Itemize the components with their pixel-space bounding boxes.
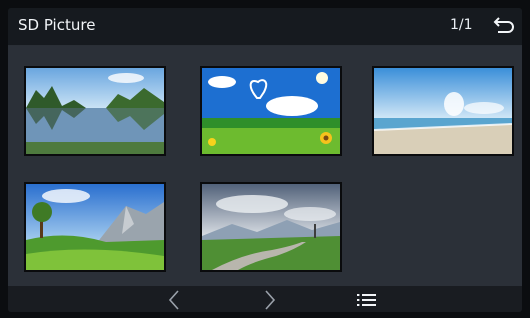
valley-photo	[26, 184, 164, 270]
photo-thumbnail-1[interactable]	[24, 66, 166, 156]
beach-photo	[374, 68, 512, 154]
app-window: SD Picture 1/1	[8, 8, 522, 312]
chevron-right-icon	[265, 290, 276, 310]
list-menu-icon	[357, 294, 376, 306]
bottom-toolbar	[8, 286, 522, 312]
photo-thumbnail-3[interactable]	[372, 66, 514, 156]
page-indicator: 1/1	[450, 17, 473, 33]
back-button[interactable]	[492, 14, 516, 38]
header-bar: SD Picture 1/1	[8, 8, 522, 46]
photo-thumbnail-4[interactable]	[24, 182, 166, 272]
next-page-button[interactable]	[257, 289, 281, 311]
lake-photo	[26, 68, 164, 154]
photo-grid	[8, 46, 522, 286]
photo-thumbnail-2[interactable]	[200, 66, 342, 156]
page-title: SD Picture	[18, 16, 96, 34]
back-arrow-icon	[493, 17, 514, 33]
list-view-button[interactable]	[355, 289, 379, 311]
chevron-left-icon	[168, 290, 179, 310]
path-photo	[202, 184, 340, 270]
photo-thumbnail-5[interactable]	[200, 182, 342, 272]
previous-page-button[interactable]	[163, 289, 187, 311]
heart-cloud-photo	[202, 68, 340, 154]
